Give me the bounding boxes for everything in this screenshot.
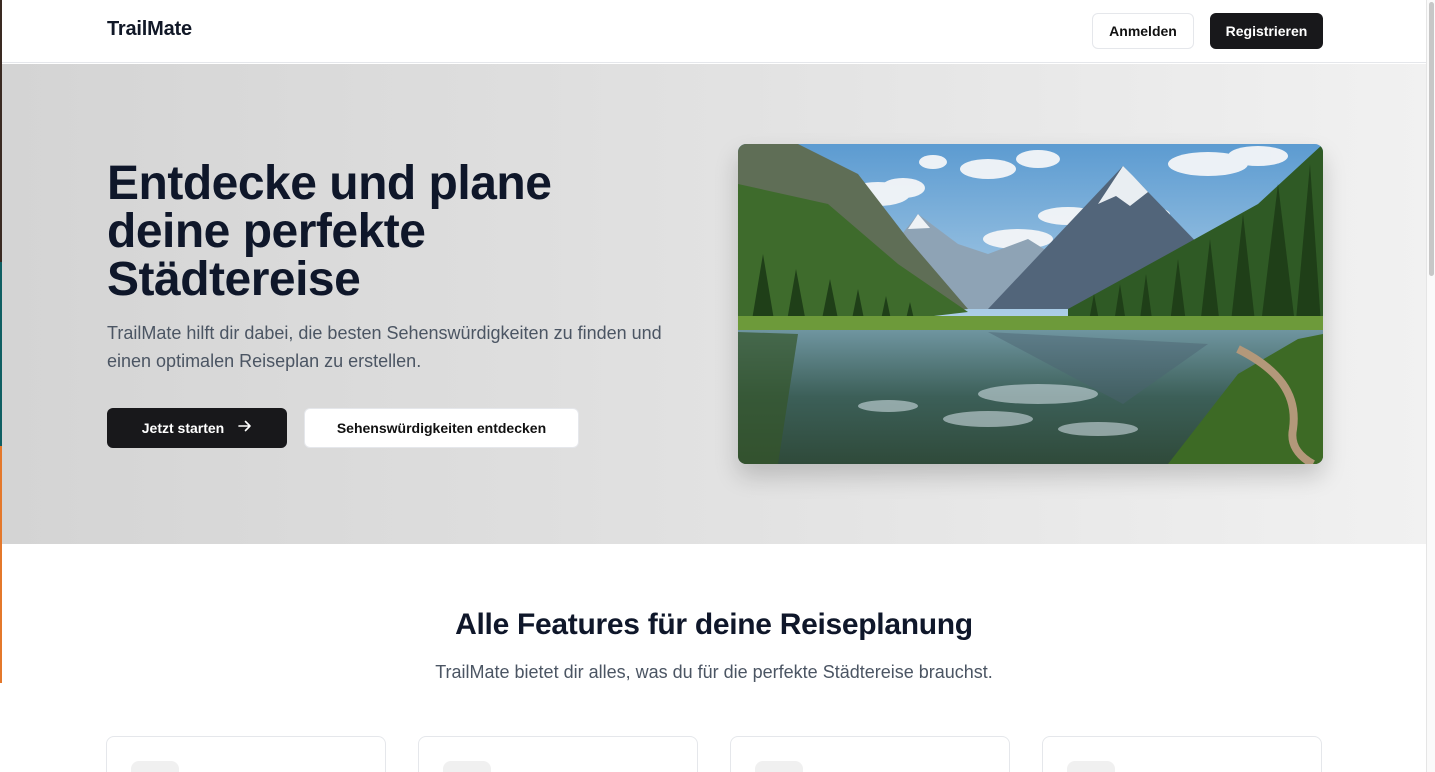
feature-card[interactable] — [1042, 736, 1322, 772]
feature-icon-placeholder — [131, 761, 179, 772]
hero-section: Entdecke und plane deine perfekte Städte… — [2, 64, 1426, 544]
register-button[interactable]: Registrieren — [1210, 13, 1323, 49]
hero-subtitle: TrailMate hilft dir dabei, die besten Se… — [107, 323, 662, 371]
feature-card[interactable] — [730, 736, 1010, 772]
discover-sights-button[interactable]: Sehenswürdigkeiten entdecken — [304, 408, 579, 448]
navbar: TrailMate Anmelden Registrieren — [2, 0, 1426, 63]
logo[interactable]: TrailMate — [107, 18, 192, 41]
page-scrollbar[interactable] — [1426, 0, 1435, 772]
start-button-label: Jetzt starten — [141, 420, 225, 436]
login-button[interactable]: Anmelden — [1092, 13, 1194, 49]
start-button[interactable]: Jetzt starten — [107, 408, 287, 448]
features-title: Alle Features für deine Reiseplanung — [455, 608, 973, 641]
features-subtitle: TrailMate bietet dir alles, was du für d… — [435, 662, 993, 682]
feature-icon-placeholder — [1067, 761, 1115, 772]
feature-icon-placeholder — [443, 761, 491, 772]
feature-card[interactable] — [418, 736, 698, 772]
hero-image — [738, 144, 1323, 464]
feature-card[interactable] — [106, 736, 386, 772]
scrollbar-thumb[interactable] — [1429, 2, 1434, 276]
left-edge-strip — [0, 0, 2, 683]
feature-icon-placeholder — [755, 761, 803, 772]
hero-title: Entdecke und plane deine perfekte Städte… — [107, 157, 552, 306]
arrow-right-icon — [238, 419, 252, 437]
